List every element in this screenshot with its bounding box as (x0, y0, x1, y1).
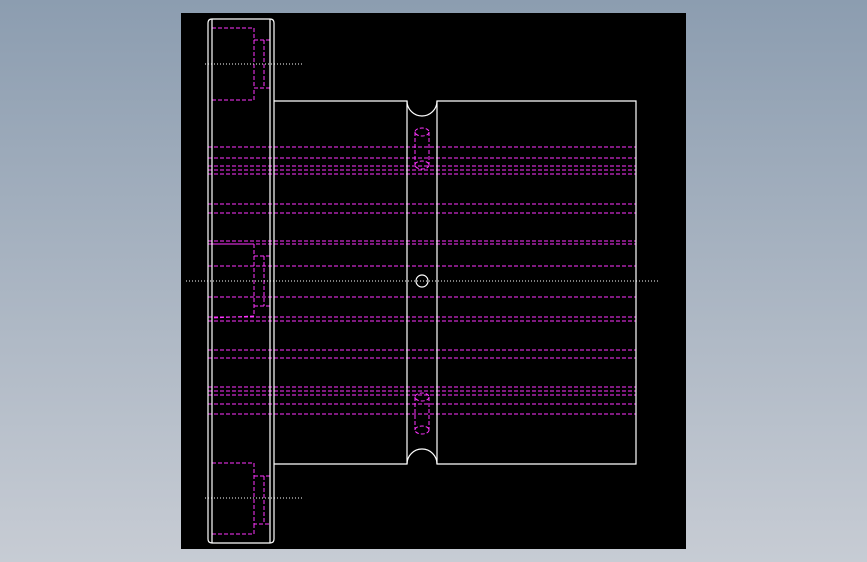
drawing-sheet (181, 13, 686, 549)
cad-viewport[interactable] (0, 0, 867, 562)
cad-drawing[interactable] (0, 0, 867, 562)
